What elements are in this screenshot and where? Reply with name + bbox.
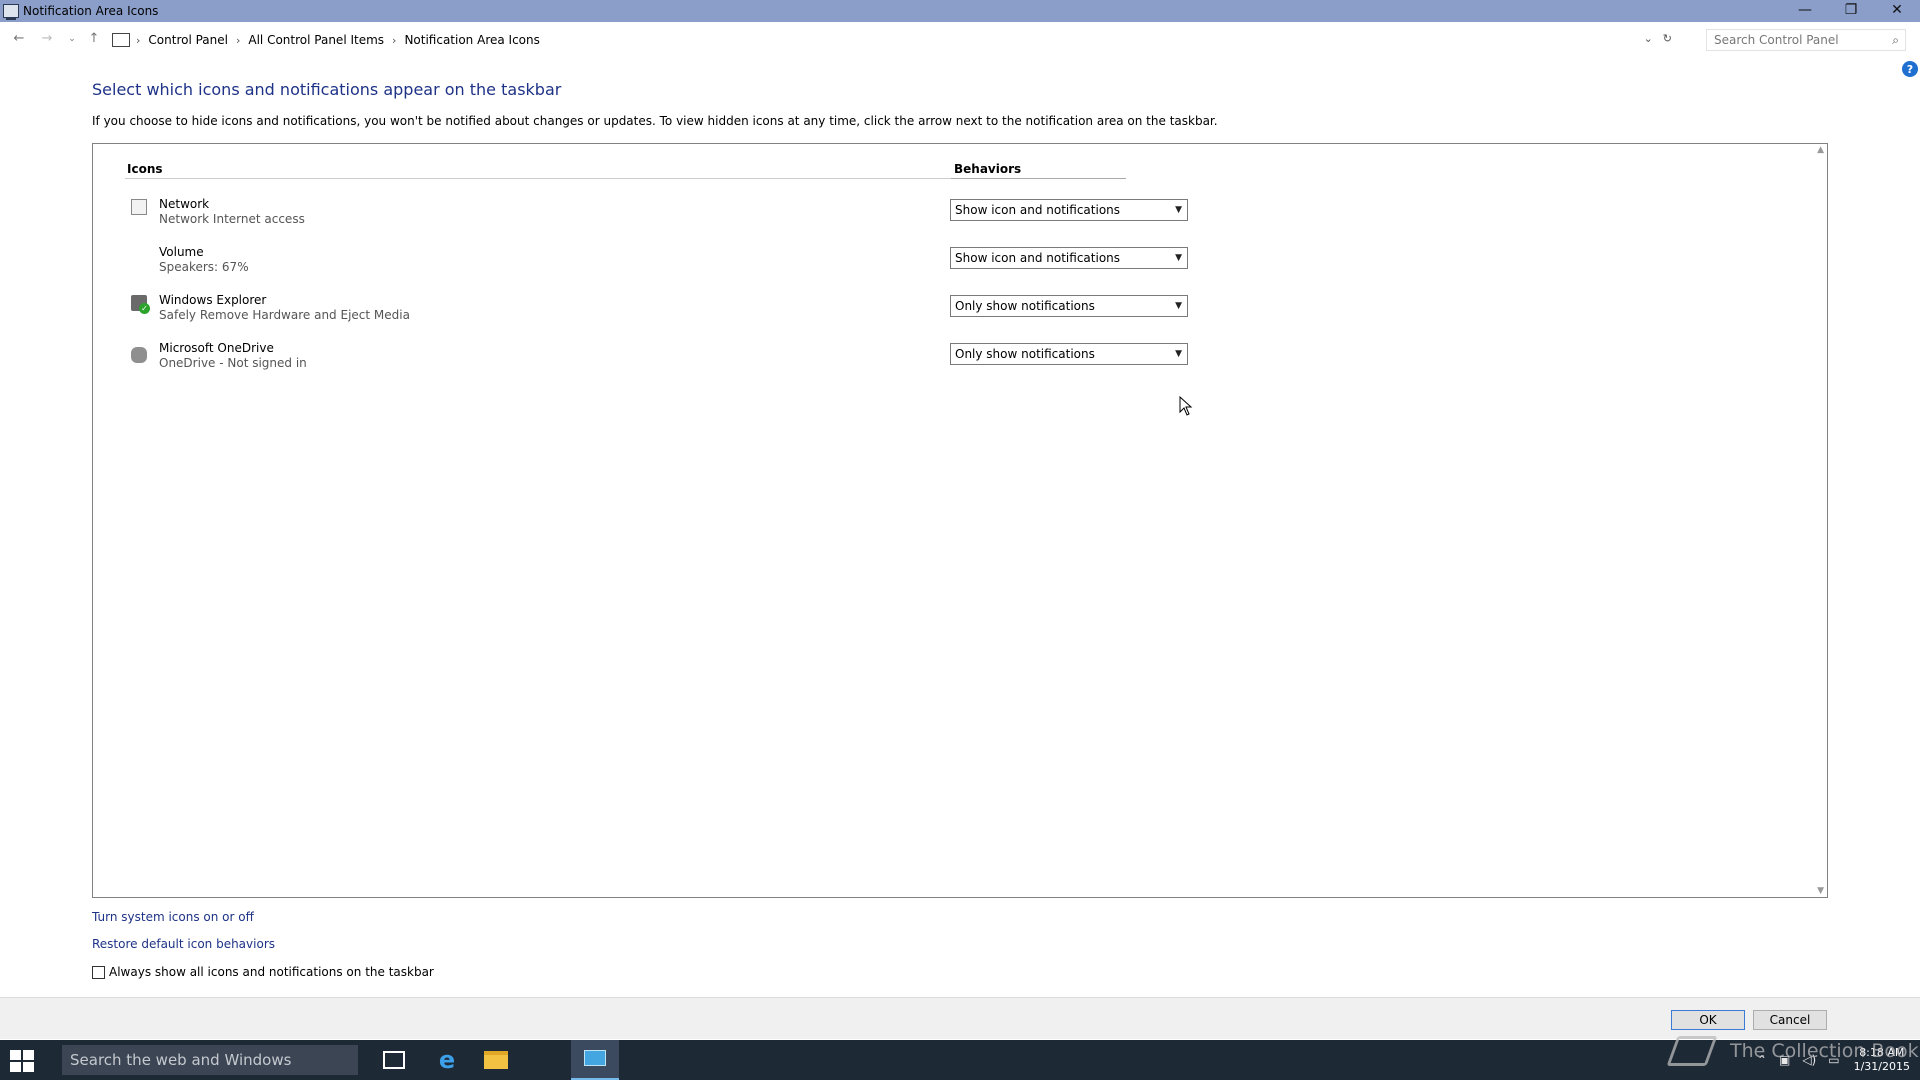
column-header-icons: Icons (127, 162, 163, 176)
taskbar-search-input[interactable]: Search the web and Windows (62, 1045, 358, 1075)
page-title: Select which icons and notifications app… (92, 80, 562, 99)
behavior-dropdown[interactable]: Only show notifications ▼ (950, 295, 1188, 317)
item-name: Windows Explorer (159, 293, 267, 307)
internet-explorer-icon[interactable]: e (435, 1048, 459, 1072)
dialog-footer: OK Cancel (0, 997, 1920, 1039)
breadcrumb-separator: › (392, 33, 397, 47)
always-show-all-checkbox[interactable] (92, 965, 105, 979)
turn-system-icons-link[interactable]: Turn system icons on or off (92, 910, 254, 924)
breadcrumb-separator: › (136, 33, 141, 47)
list-item: Network Network Internet access Show ico… (131, 197, 1231, 237)
header-divider (951, 178, 1126, 179)
item-description: Network Internet access (159, 212, 305, 226)
restore-button[interactable]: ❐ (1828, 0, 1874, 20)
address-bar[interactable]: › Control Panel › All Control Panel Item… (108, 29, 1673, 51)
cancel-button[interactable]: Cancel (1753, 1010, 1827, 1030)
item-name: Microsoft OneDrive (159, 341, 274, 355)
list-item: Microsoft OneDrive OneDrive - Not signed… (131, 341, 1231, 381)
icons-list-panel: Icons Behaviors Network Network Internet… (92, 143, 1828, 898)
task-view-icon[interactable] (383, 1051, 405, 1069)
ok-button[interactable]: OK (1671, 1010, 1745, 1030)
address-row: ← → ⌄ ↑ › Control Panel › All Control Pa… (0, 28, 1920, 52)
list-item: Volume Speakers: 67% Show icon and notif… (131, 245, 1231, 285)
breadcrumb-separator: › (235, 33, 241, 47)
breadcrumb-all-items[interactable]: All Control Panel Items (248, 33, 384, 47)
list-item: Windows Explorer Safely Remove Hardware … (131, 293, 1231, 333)
control-panel-taskbar-button[interactable] (571, 1040, 619, 1080)
search-placeholder: Search Control Panel (1714, 33, 1839, 47)
volume-icon (131, 247, 147, 263)
close-button[interactable]: ✕ (1874, 0, 1920, 20)
behavior-dropdown[interactable]: Show icon and notifications ▼ (950, 247, 1188, 269)
chevron-down-icon: ▼ (1175, 349, 1182, 359)
forward-arrow-icon[interactable]: → (38, 31, 56, 46)
always-show-all-option: Always show all icons and notifications … (92, 965, 434, 979)
behavior-value: Show icon and notifications (955, 203, 1121, 217)
item-description: Safely Remove Hardware and Eject Media (159, 308, 410, 322)
scroll-down-arrow-icon[interactable]: ▼ (1817, 886, 1824, 896)
up-arrow-icon[interactable]: ↑ (85, 31, 103, 46)
behavior-value: Show icon and notifications (955, 251, 1121, 265)
always-show-all-label[interactable]: Always show all icons and notifications … (109, 965, 434, 979)
chevron-down-icon: ▼ (1175, 205, 1182, 215)
item-description: OneDrive - Not signed in (159, 356, 307, 370)
watermark: The Collection Book (1666, 1036, 1919, 1066)
window-title: Notification Area Icons (23, 4, 159, 18)
behavior-dropdown[interactable]: Show icon and notifications ▼ (950, 199, 1188, 221)
taskbar-search-placeholder: Search the web and Windows (70, 1051, 292, 1069)
search-icon[interactable]: ⌕ (1892, 33, 1899, 48)
address-actions: ⌄ ↻ (1644, 32, 1672, 45)
scroll-up-arrow-icon[interactable]: ▲ (1817, 145, 1824, 155)
breadcrumb-control-panel[interactable]: Control Panel (148, 33, 228, 47)
item-name: Volume (159, 245, 204, 259)
minimize-button[interactable]: — (1782, 0, 1828, 20)
control-panel-icon (3, 4, 19, 20)
onedrive-cloud-icon (131, 347, 147, 363)
column-header-behaviors: Behaviors (954, 162, 1022, 176)
search-input[interactable]: Search Control Panel ⌕ (1706, 29, 1906, 51)
behavior-dropdown[interactable]: Only show notifications ▼ (950, 343, 1188, 365)
recent-locations-chevron-icon[interactable]: ⌄ (63, 34, 81, 44)
page-description: If you choose to hide icons and notifica… (92, 114, 1218, 128)
restore-default-link[interactable]: Restore default icon behaviors (92, 937, 275, 951)
file-explorer-icon[interactable] (484, 1051, 508, 1069)
network-icon (131, 199, 147, 215)
help-icon[interactable]: ? (1902, 61, 1918, 77)
windows-start-icon[interactable] (10, 1050, 34, 1072)
chevron-down-icon: ▼ (1175, 253, 1182, 263)
behavior-value: Only show notifications (955, 299, 1095, 313)
item-description: Speakers: 67% (159, 260, 249, 274)
computer-icon (112, 33, 130, 47)
usb-eject-icon (131, 295, 150, 314)
control-panel-icon (584, 1050, 606, 1066)
taskbar: Search the web and Windows e ⌃ ▣ ◁) ▭ 8:… (0, 1040, 1920, 1080)
behavior-value: Only show notifications (955, 347, 1095, 361)
breadcrumb-notification-area[interactable]: Notification Area Icons (404, 33, 539, 47)
back-arrow-icon[interactable]: ← (10, 31, 28, 46)
window-controls: — ❐ ✕ (1782, 0, 1920, 22)
title-bar: Notification Area Icons — ❐ ✕ (0, 0, 1920, 22)
watermark-text: The Collection Book (1730, 1040, 1919, 1062)
refresh-icon[interactable]: ↻ (1663, 32, 1672, 45)
book-logo-icon (1666, 1036, 1718, 1066)
chevron-down-icon: ▼ (1175, 301, 1182, 311)
address-dropdown-icon[interactable]: ⌄ (1644, 32, 1653, 45)
item-name: Network (159, 197, 210, 211)
